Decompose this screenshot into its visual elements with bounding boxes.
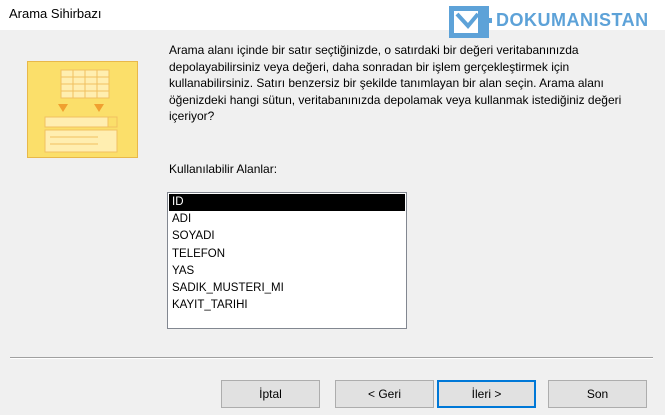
list-item[interactable]: ADI	[169, 211, 405, 228]
table-lookup-wizard-icon	[27, 61, 138, 158]
list-item[interactable]: TELEFON	[169, 246, 405, 263]
list-item[interactable]: SADIK_MUSTERI_MI	[169, 280, 405, 297]
document-logo-icon	[449, 6, 492, 38]
back-button[interactable]: < Geri	[335, 380, 434, 408]
window-title: Arama Sihirbazı	[9, 6, 102, 21]
available-fields-label: Kullanılabilir Alanlar:	[169, 162, 278, 176]
list-item[interactable]: YAS	[169, 263, 405, 280]
wizard-description: Arama alanı içinde bir satır seçtiğinizd…	[169, 43, 622, 123]
finish-button[interactable]: Son	[548, 380, 647, 408]
watermark-text: DOKUMANISTAN	[496, 10, 649, 30]
list-item[interactable]: KAYIT_TARIHI	[169, 297, 405, 314]
list-item[interactable]: ID	[169, 194, 405, 212]
list-item[interactable]: SOYADI	[169, 228, 405, 245]
available-fields-listbox[interactable]: ID ADI SOYADI TELEFON YAS SADIK_MUSTERI_…	[167, 192, 407, 329]
footer-separator	[10, 357, 653, 359]
cancel-button[interactable]: İptal	[221, 380, 320, 408]
next-button[interactable]: İleri >	[437, 380, 536, 408]
watermark: DOKUMANISTAN	[448, 4, 662, 40]
